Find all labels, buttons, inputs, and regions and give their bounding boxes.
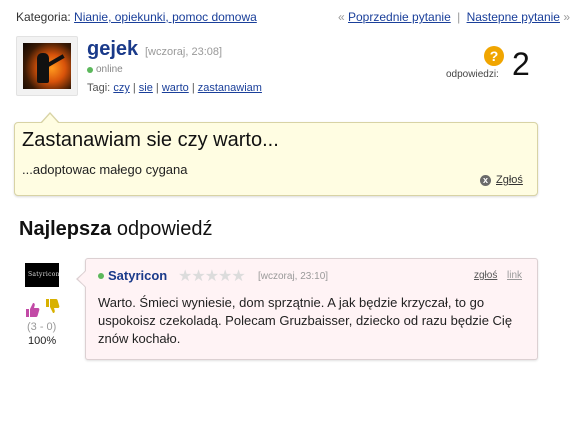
tag-link[interactable]: czy	[113, 82, 130, 94]
online-status-icon	[98, 273, 104, 279]
answers-count-label: odpowiedzi:	[446, 69, 499, 80]
answer-author-avatar[interactable]: Satyricon	[25, 263, 60, 287]
thumb-down-glyph	[46, 299, 60, 313]
thumb-up-glyph	[26, 303, 40, 317]
question-title: Zastanawiam sie czy warto...	[22, 129, 279, 151]
pager-divider: |	[457, 10, 461, 24]
top-navigation-bar: Kategoria: Nianie, opiekunki, pomoc domo…	[16, 10, 570, 26]
question-pager: « Poprzednie pytanie | Nastepne pytanie …	[338, 10, 570, 24]
answer-timestamp: [wczoraj, 23:10]	[258, 271, 329, 282]
question-body: ...adoptowac małego cygana	[22, 162, 188, 177]
best-answer-heading: Najlepsza odpowiedź	[19, 218, 212, 241]
answer-body: Warto. Śmieci wyniesie, dom sprzątnie. A…	[98, 295, 513, 346]
question-author-avatar[interactable]	[16, 36, 78, 96]
avatar-logo-text: Satyricon	[28, 271, 60, 278]
answer-author-name[interactable]: Satyricon	[108, 268, 167, 283]
tag-link[interactable]: sie	[139, 82, 153, 94]
tag-divider: |	[132, 82, 136, 94]
question-mark-icon: ?	[484, 46, 504, 66]
vote-count: (3 - 0)	[27, 321, 57, 333]
tag-divider: |	[155, 82, 159, 94]
answer-bubble-pointer-fill	[78, 271, 86, 287]
question-tags: Tagi: czy | sie | warto | zastanawiam	[87, 82, 262, 94]
tag-link[interactable]: zastanawiam	[198, 82, 262, 94]
tag-link[interactable]: warto	[162, 82, 189, 94]
next-arrow-icon: »	[563, 10, 570, 24]
question-author-name[interactable]: gejek	[87, 38, 138, 61]
report-close-icon[interactable]: x	[480, 175, 491, 186]
category-label: Kategoria:	[16, 10, 71, 24]
online-status-icon	[87, 67, 93, 73]
question-timestamp: [wczoraj, 23:08]	[145, 46, 223, 58]
best-answer-heading-rest: odpowiedź	[111, 218, 213, 240]
thumb-up-icon[interactable]	[24, 302, 40, 321]
report-answer-link[interactable]: zgłoś	[474, 270, 497, 281]
thumb-down-icon[interactable]	[44, 298, 60, 317]
question-bubble-pointer-fill	[41, 114, 59, 124]
prev-arrow-icon: «	[337, 10, 345, 24]
report-question-link[interactable]: Zgłoś	[496, 174, 523, 186]
avatar-image	[23, 43, 71, 89]
rating-stars-icon: ★★★★★	[178, 268, 246, 285]
category-link[interactable]: Nianie, opiekunki, pomoc domowa	[74, 10, 257, 24]
answer-permalink[interactable]: link	[507, 270, 522, 281]
previous-question-link[interactable]: Poprzednie pytanie	[348, 10, 451, 24]
next-question-link[interactable]: Nastepne pytanie	[467, 10, 560, 24]
tag-divider: |	[191, 82, 195, 94]
vote-percent: 100%	[28, 335, 57, 347]
tags-label: Tagi:	[87, 82, 111, 94]
best-answer-heading-bold: Najlepsza	[19, 218, 112, 240]
answers-count: 2	[512, 46, 530, 82]
online-status-text: online	[96, 64, 123, 75]
category-breadcrumb: Kategoria: Nianie, opiekunki, pomoc domo…	[16, 10, 257, 24]
avatar-figure	[37, 53, 49, 83]
